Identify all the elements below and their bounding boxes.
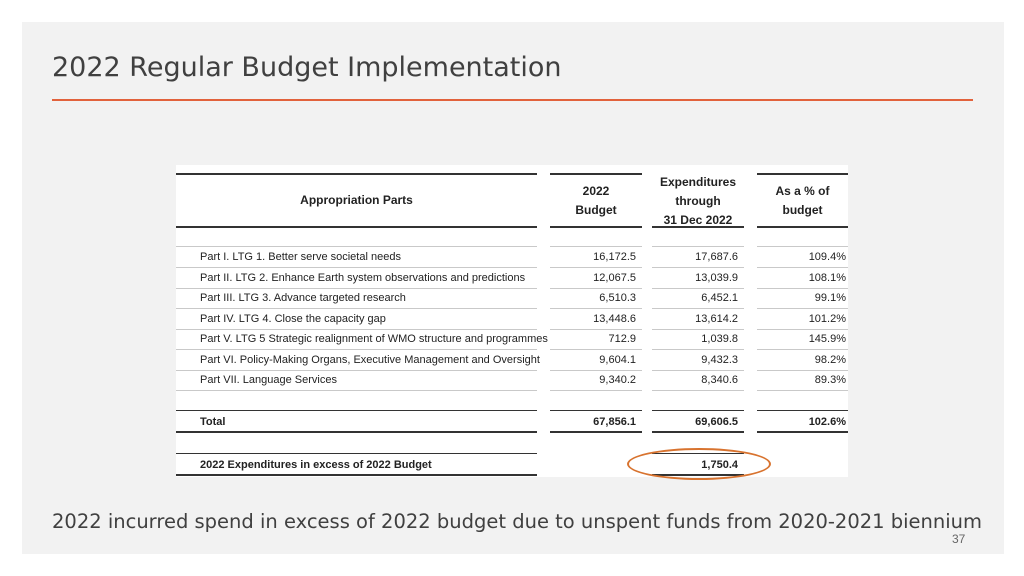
row-rule (757, 288, 848, 289)
total-bottom-rule (757, 431, 848, 433)
row-rule (550, 308, 642, 309)
header-top-rule (176, 173, 537, 175)
row-rule (652, 390, 744, 391)
table-row-percent: 101.2% (808, 313, 846, 325)
table-row-budget: 13,448.6 (593, 313, 636, 325)
table-row-label: Part VII. Language Services (200, 374, 337, 386)
table-row-budget: 6,510.3 (599, 292, 636, 304)
table-row-label: Part IV. LTG 4. Close the capacity gap (200, 313, 386, 325)
title-underline (52, 99, 973, 101)
row-rule (652, 267, 744, 268)
row-rule (652, 308, 744, 309)
row-rule (550, 267, 642, 268)
total-budget: 67,856.1 (593, 416, 636, 428)
row-rule (652, 349, 744, 350)
table-row-expenditures: 13,039.9 (695, 272, 738, 284)
spacer-rule (652, 246, 744, 247)
row-rule (176, 329, 537, 330)
table-row-label: Part VI. Policy-Making Organs, Executive… (200, 354, 540, 366)
total-top-rule (176, 410, 537, 411)
header-budget-line-1: 2022 (582, 184, 610, 198)
row-rule (757, 267, 848, 268)
spacer-rule (176, 246, 537, 247)
total-top-rule (757, 410, 848, 411)
total-bottom-rule (550, 431, 642, 433)
table-row-budget: 12,067.5 (593, 272, 636, 284)
total-bottom-rule (652, 431, 744, 433)
header-bottom-rule (757, 226, 848, 228)
spacer-rule (757, 246, 848, 247)
header-bottom-rule (550, 226, 642, 228)
table-row-budget: 712.9 (608, 333, 636, 345)
table-row-label: Part II. LTG 2. Enhance Earth system obs… (200, 272, 526, 284)
total-expenditures: 69,606.5 (695, 416, 738, 428)
header-top-rule (550, 173, 642, 175)
row-rule (757, 349, 848, 350)
excess-top-rule (176, 453, 537, 454)
table-row-percent: 99.1% (814, 292, 846, 304)
row-rule (550, 349, 642, 350)
row-rule (757, 390, 848, 391)
total-bottom-rule (176, 431, 537, 433)
slide-title: 2022 Regular Budget Implementation (52, 52, 562, 83)
total-percent: 102.6% (808, 416, 846, 428)
spacer-rule (550, 246, 642, 247)
table-row-expenditures: 8,340.6 (701, 374, 738, 386)
table-row-expenditures: 9,432.3 (701, 354, 738, 366)
table-row-budget: 9,604.1 (599, 354, 636, 366)
table-row-expenditures: 1,039.8 (701, 333, 738, 345)
table-row-budget: 9,340.2 (599, 374, 636, 386)
header-percent-line-2: budget (782, 203, 823, 217)
table-row-expenditures: 17,687.6 (695, 251, 738, 263)
row-rule (550, 288, 642, 289)
excess-bottom-rule (176, 474, 537, 476)
row-rule (757, 370, 848, 371)
table-row-label: Part III. LTG 3. Advance targeted resear… (200, 292, 406, 304)
row-rule (550, 370, 642, 371)
row-rule (652, 370, 744, 371)
row-rule (757, 308, 848, 309)
excess-label: 2022 Expenditures in excess of 2022 Budg… (200, 459, 432, 471)
row-rule (176, 390, 537, 391)
page-number: 37 (952, 532, 966, 546)
header-bottom-rule (652, 226, 744, 228)
table-row-expenditures: 6,452.1 (701, 292, 738, 304)
header-expenditures-line-1: Expenditures (659, 175, 737, 189)
slide-footnote: 2022 incurred spend in excess of 2022 bu… (52, 510, 983, 533)
table-row-percent: 89.3% (814, 374, 846, 386)
row-rule (550, 390, 642, 391)
table-row-budget: 16,172.5 (593, 251, 636, 263)
header-top-rule (757, 173, 848, 175)
table-row-label: Part V. LTG 5 Strategic realignment of W… (200, 333, 548, 345)
total-label: Total (200, 416, 226, 428)
row-rule (176, 349, 537, 350)
header-expenditures-line-2: through (675, 194, 721, 208)
row-rule (652, 329, 744, 330)
table-row-percent: 145.9% (808, 333, 846, 345)
row-rule (176, 288, 537, 289)
total-top-rule (652, 410, 744, 411)
table-row-expenditures: 13,614.2 (695, 313, 738, 325)
row-rule (176, 308, 537, 309)
row-rule (652, 288, 744, 289)
highlight-ellipse (627, 448, 771, 480)
table-row-percent: 109.4% (808, 251, 846, 263)
row-rule (757, 329, 848, 330)
row-rule (176, 370, 537, 371)
row-rule (176, 267, 537, 268)
header-budget-line-2: Budget (575, 203, 617, 217)
header-percent-line-1: As a % of (775, 184, 830, 198)
table-row-percent: 98.2% (814, 354, 846, 366)
header-appropriation-parts: Appropriation Parts (300, 193, 413, 207)
row-rule (550, 329, 642, 330)
table-row-label: Part I. LTG 1. Better serve societal nee… (200, 251, 401, 263)
total-top-rule (550, 410, 642, 411)
header-bottom-rule (176, 226, 537, 228)
table-row-percent: 108.1% (808, 272, 846, 284)
